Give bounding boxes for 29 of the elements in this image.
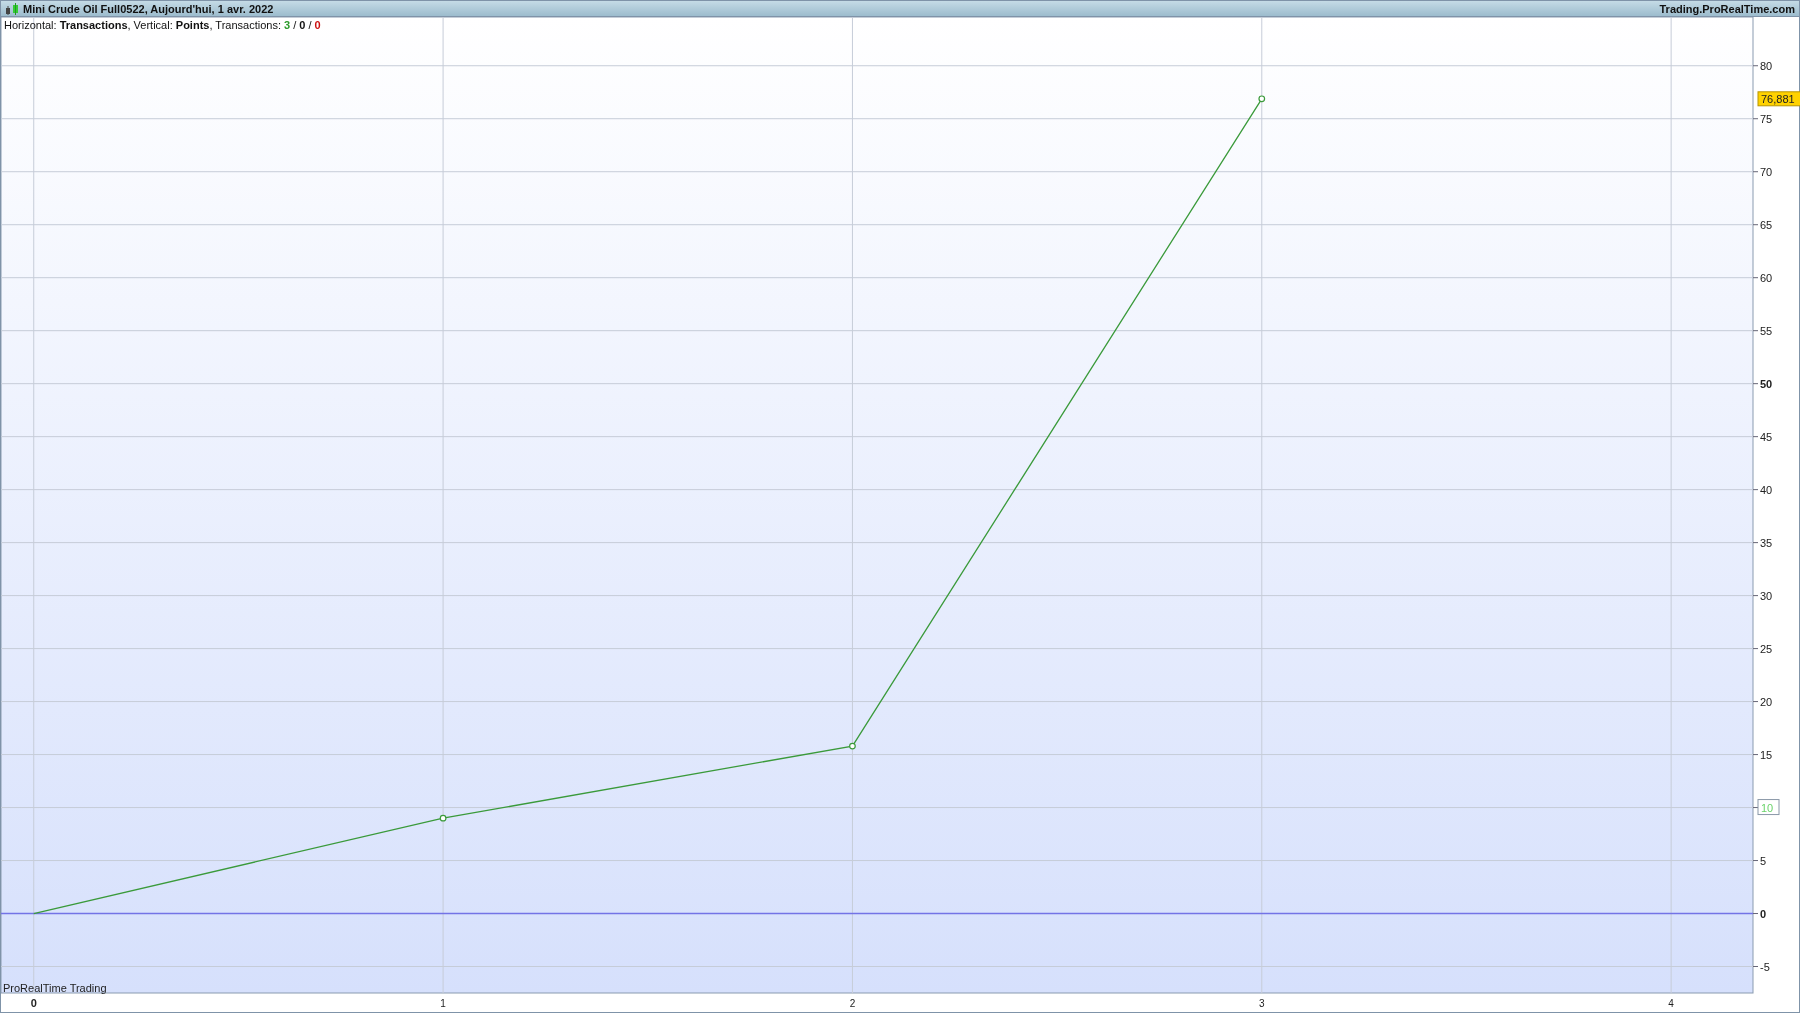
marker-label: 10 [1757,799,1780,816]
y-tick-label: 0 [1760,907,1767,920]
x-tick-label: 3 [1259,998,1265,1009]
x-tick-label: 2 [849,998,856,1009]
site-name: Trading.ProRealTime.com [1659,2,1795,15]
footer-label: ProRealTime Trading [3,982,107,994]
y-tick-label: 15 [1760,748,1773,761]
y-tick-label: -5 [1760,960,1770,973]
y-tick-label: 40 [1760,483,1773,496]
window-title: Mini Crude Oil Full0522, Aujourd'hui, 1 avr. 2022 [23,2,274,15]
x-tick-label: 0 [30,997,37,1009]
y-tick-label: 25 [1760,642,1773,655]
last-value-label: 76,881 [1757,91,1800,107]
x-tick-label: 1 [440,998,446,1009]
y-tick-label: 60 [1760,271,1773,284]
x-tick-label: 4 [1668,998,1674,1009]
y-tick-label: 55 [1760,324,1773,337]
y-tick-label: 10 [1761,801,1774,814]
y-tick-label: 70 [1760,165,1773,178]
y-tick-label: 5 [1760,854,1767,867]
y-tick-label: 45 [1760,430,1773,443]
y-tick-label: 65 [1760,218,1773,231]
y-tick-label: 75 [1760,112,1773,125]
y-tick-label: 50 [1760,377,1773,390]
y-tick-label: 35 [1760,536,1773,549]
chart-settings-text: Horizontal: Transactions, Vertical: Points, Transactions: 3 / 0 / 0 [4,19,321,31]
y-tick-label: 30 [1760,589,1773,602]
y-tick-label: 80 [1760,59,1773,72]
y-tick-label: 20 [1760,695,1773,708]
